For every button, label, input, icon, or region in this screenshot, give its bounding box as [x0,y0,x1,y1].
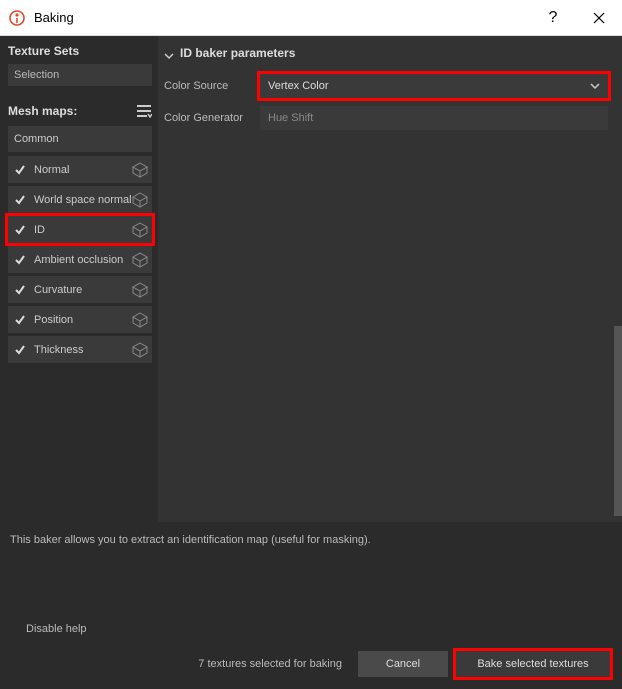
disable-help-link[interactable]: Disable help [10,605,612,647]
checkbox[interactable] [14,254,26,266]
help-button[interactable]: ? [530,0,576,36]
checkbox[interactable] [14,284,26,296]
cube-icon[interactable] [132,192,148,208]
mesh-map-item[interactable]: Thickness [8,336,152,363]
color-source-value: Vertex Color [268,80,329,92]
chevron-down-icon [164,48,174,58]
texture-set-selection[interactable]: Selection [8,64,152,86]
parameters-panel: ID baker parameters Color Source Vertex … [158,36,622,522]
bake-button[interactable]: Bake selected textures [456,651,610,677]
mesh-map-item[interactable]: ID [8,216,152,243]
mesh-map-label: Curvature [34,284,132,296]
titlebar: Baking ? [0,0,622,36]
app-icon [8,9,26,27]
checkbox[interactable] [14,194,26,206]
mesh-maps-label: Mesh maps: [8,104,77,118]
mesh-map-label: Position [34,314,132,326]
mesh-map-item[interactable]: World space normal [8,186,152,213]
checkbox[interactable] [14,314,26,326]
cube-icon[interactable] [132,162,148,178]
baker-description: This baker allows you to extract an iden… [0,522,622,546]
color-generator-field[interactable]: Hue Shift [260,106,608,130]
window-title: Baking [34,10,74,25]
cube-icon[interactable] [132,282,148,298]
mesh-map-label: Ambient occlusion [34,254,132,266]
cancel-button[interactable]: Cancel [358,651,448,677]
options-icon[interactable] [136,104,152,118]
mesh-map-label: World space normal [34,194,132,206]
color-source-label: Color Source [164,80,260,92]
checkbox[interactable] [14,344,26,356]
group-common[interactable]: Common [8,126,152,152]
mesh-map-label: Normal [34,164,132,176]
mesh-map-item[interactable]: Ambient occlusion [8,246,152,273]
mesh-map-label: ID [34,224,132,236]
params-title: ID baker parameters [180,46,295,60]
color-generator-label: Color Generator [164,112,260,124]
scrollbar[interactable] [614,326,622,516]
mesh-map-item[interactable]: Normal [8,156,152,183]
section-header[interactable]: ID baker parameters [164,46,608,60]
mesh-map-item[interactable]: Curvature [8,276,152,303]
left-panel: Texture Sets Selection Mesh maps: Common… [0,36,158,522]
checkbox[interactable] [14,164,26,176]
mesh-map-item[interactable]: Position [8,306,152,333]
chevron-down-icon [590,81,600,91]
color-source-select[interactable]: Vertex Color [260,74,608,98]
mesh-map-label: Thickness [34,344,132,356]
footer-status: 7 textures selected for baking [198,658,342,670]
close-button[interactable] [576,0,622,36]
cube-icon[interactable] [132,252,148,268]
checkbox[interactable] [14,224,26,236]
cube-icon[interactable] [132,312,148,328]
color-generator-value: Hue Shift [268,112,313,124]
cube-icon[interactable] [132,342,148,358]
texture-sets-label: Texture Sets [8,44,152,58]
cube-icon[interactable] [132,222,148,238]
